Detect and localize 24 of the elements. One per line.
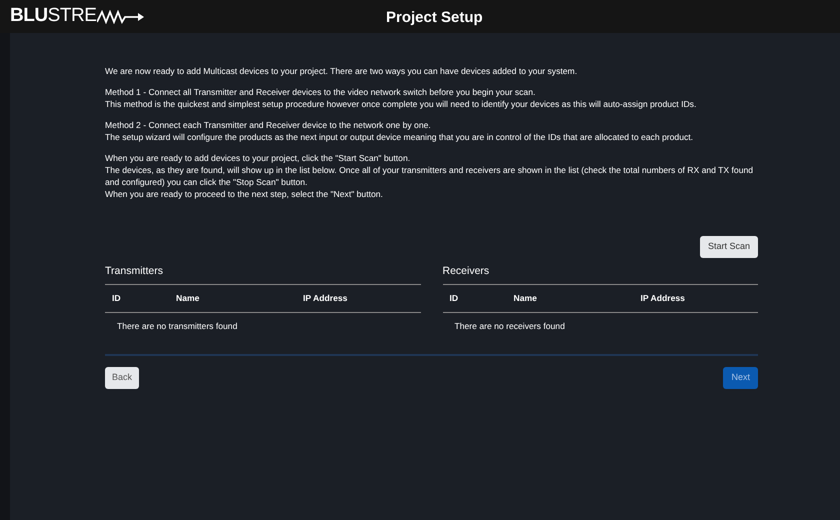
column-header: ID (450, 292, 460, 305)
instruction-text: Method 1 - Connect all Transmitter and Receiver devices to the video network switch before you begin your scan. (105, 86, 536, 98)
column-header: Name (176, 292, 200, 305)
table-title: Transmitters (105, 264, 164, 279)
column-header: Name (514, 292, 538, 305)
instruction-text: This method is the quickest and simplest setup procedure however once complete you will need to identify your devices as this will auto-assign product IDs. (105, 98, 698, 110)
instruction-text: When you are ready to add devices to your project, click the "Start Scan" button. (105, 152, 412, 164)
instruction-text: The devices, as they are found, will show up in the list below. Once all of your transmitters and receivers are shown in the list (check the total numbers of RX and TX found and configured) you can click the "Stop Scan" button. (105, 164, 754, 188)
instruction-text: We are now ready to add Multicast devices to your project. There are two ways you can have devices added to your system. (105, 65, 578, 77)
column-header: ID (112, 292, 122, 305)
instruction-text: The setup wizard will configure the products as the next input or output device meaning that you are in control of the IDs that are allocated to each product. (105, 131, 694, 143)
instruction-text: Method 2 - Connect each Transmitter and Receiver device to the network one by one. (105, 119, 432, 131)
instruction-text: When you are ready to proceed to the next step, select the "Next" button. (105, 188, 384, 200)
table-title: Receivers (442, 264, 490, 279)
back-button[interactable]: Back (105, 366, 140, 389)
page-title: Project Setup (386, 8, 483, 28)
wave-arrow-icon (97, 10, 146, 24)
next-button[interactable]: Next (723, 366, 758, 389)
empty-message: There are no receivers found (454, 320, 565, 333)
empty-message: There are no transmitters found (117, 320, 238, 333)
logo: BLUSTRE (10, 2, 146, 31)
column-header: IP Address (303, 292, 348, 305)
start-scan-button[interactable]: Start Scan (700, 236, 758, 258)
column-header: IP Address (640, 292, 686, 305)
